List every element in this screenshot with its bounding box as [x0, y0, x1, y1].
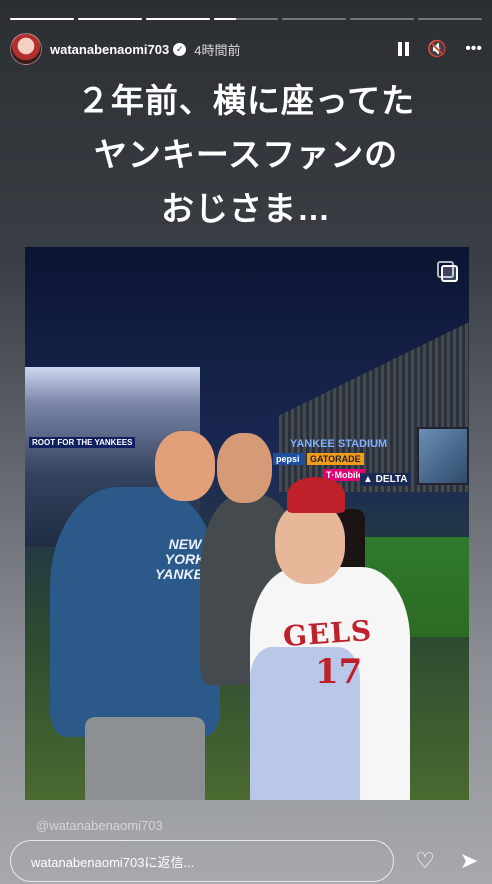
- pause-icon[interactable]: [398, 42, 410, 56]
- story-progress-bar: [10, 18, 482, 20]
- jersey-text: GELS: [281, 613, 374, 654]
- person-right-cap: [287, 477, 345, 513]
- sign-root: ROOT FOR THE YANKEES: [29, 437, 136, 448]
- progress-segment: [10, 18, 74, 20]
- progress-segment: [418, 18, 482, 20]
- send-icon[interactable]: ➤: [456, 848, 482, 874]
- scoreboard: [417, 427, 469, 485]
- username[interactable]: watanabenaomi703: [50, 42, 169, 57]
- sign-stadium: YANKEE STADIUM: [290, 438, 388, 450]
- avatar[interactable]: [10, 33, 42, 65]
- heart-icon[interactable]: ♡: [412, 848, 438, 874]
- verified-badge-icon: ✓: [173, 42, 187, 56]
- sign-gatorade: GATORADE: [307, 453, 364, 465]
- progress-segment: [350, 18, 414, 20]
- person-right-head: [275, 502, 345, 584]
- reply-input[interactable]: watanabenaomi703に返信...: [10, 840, 394, 882]
- story-photo: ROOT FOR THE YANKEES YANKEE STADIUM peps…: [25, 247, 469, 800]
- watermark: @watanabenaomi703: [36, 818, 163, 833]
- multi-photo-icon: [437, 261, 458, 282]
- mute-icon[interactable]: 🔇: [427, 39, 447, 59]
- time-ago: 4時間前: [194, 42, 241, 58]
- sign-delta: ▲ DELTA: [360, 473, 411, 486]
- progress-segment: [214, 18, 278, 20]
- progress-segment: [78, 18, 142, 20]
- person-left-pants: [85, 717, 205, 800]
- person-left-head: [155, 431, 215, 501]
- story-caption: ２年前、横に座ってた ヤンキースファンの おじさま…: [76, 82, 416, 227]
- person-left-body: [50, 487, 220, 737]
- person-middle-head: [217, 433, 272, 503]
- sign-pepsi: pepsi: [273, 453, 303, 465]
- jersey-number: 17: [315, 652, 363, 692]
- story-footer: watanabenaomi703に返信... ♡ ➤: [10, 840, 482, 882]
- progress-segment: [146, 18, 210, 20]
- story-header: watanabenaomi703 ✓ 4時間前 🔇 •••: [10, 30, 482, 68]
- progress-segment: [282, 18, 346, 20]
- more-icon[interactable]: •••: [465, 40, 482, 58]
